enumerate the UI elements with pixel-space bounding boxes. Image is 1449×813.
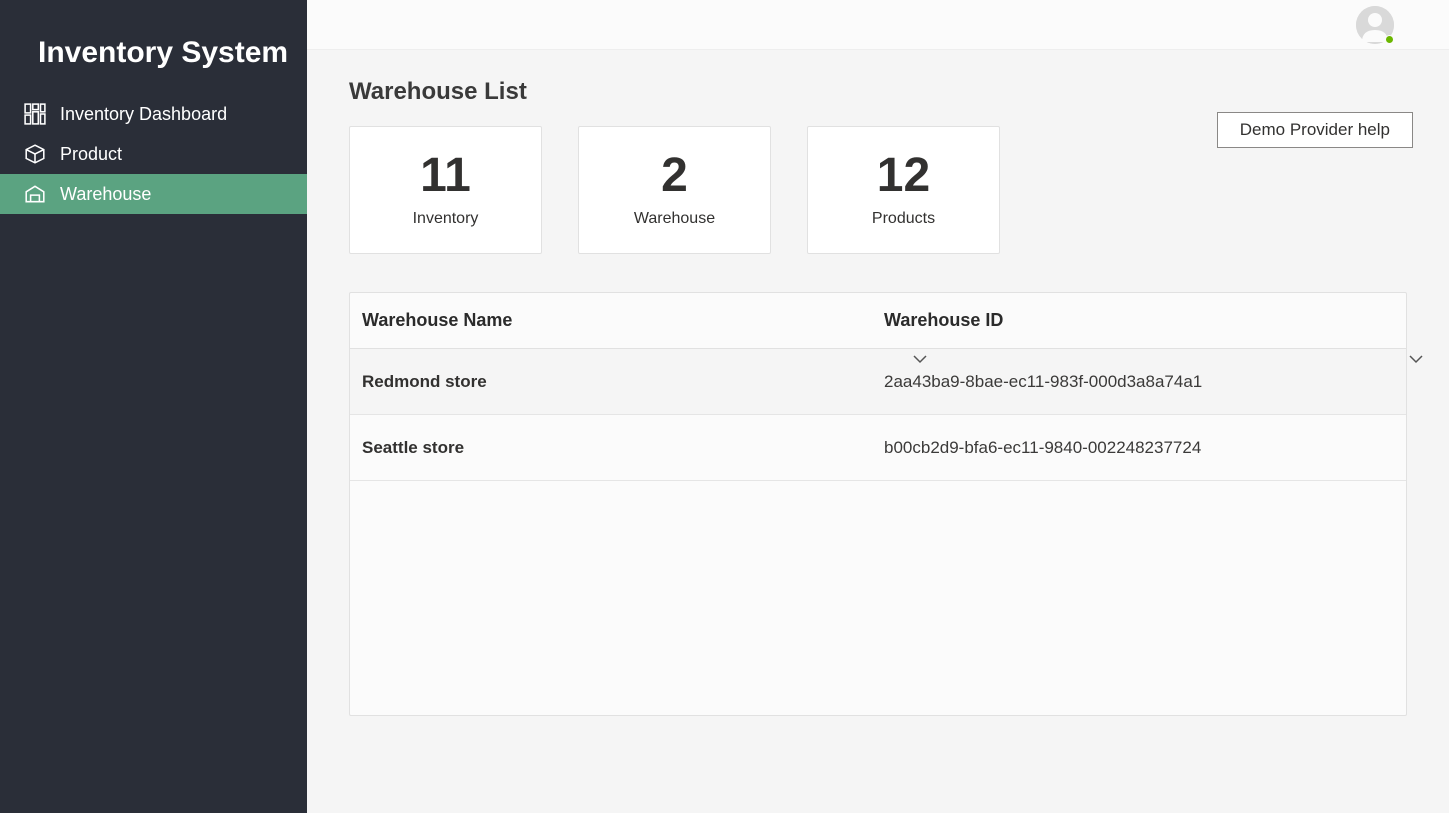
table-row[interactable]: Seattle store b00cb2d9-bfa6-ec11-9840-00… bbox=[350, 415, 1406, 481]
box-icon bbox=[24, 143, 46, 165]
sidebar-item-dashboard[interactable]: Inventory Dashboard bbox=[0, 94, 307, 134]
presence-indicator bbox=[1385, 35, 1394, 44]
card-products: 12 Products bbox=[807, 126, 1000, 254]
card-value: 11 bbox=[420, 152, 471, 200]
card-value: 2 bbox=[661, 152, 688, 200]
avatar[interactable] bbox=[1356, 6, 1394, 44]
cell-warehouse-name: Seattle store bbox=[350, 438, 884, 458]
app-title: Inventory System bbox=[0, 0, 307, 94]
card-label: Products bbox=[872, 210, 935, 228]
table-row[interactable]: Redmond store 2aa43ba9-8bae-ec11-983f-00… bbox=[350, 349, 1406, 415]
column-header-id[interactable]: Warehouse ID bbox=[884, 310, 1406, 331]
page-title: Warehouse List bbox=[349, 78, 1407, 106]
sidebar-item-label: Warehouse bbox=[60, 184, 151, 205]
cell-warehouse-name: Redmond store bbox=[350, 372, 884, 392]
cell-warehouse-id: 2aa43ba9-8bae-ec11-983f-000d3a8a74a1 bbox=[884, 372, 1406, 392]
card-inventory: 11 Inventory bbox=[349, 126, 542, 254]
content: Warehouse List Demo Provider help 11 Inv… bbox=[307, 50, 1449, 813]
card-label: Inventory bbox=[413, 210, 479, 228]
card-warehouse: 2 Warehouse bbox=[578, 126, 771, 254]
card-label: Warehouse bbox=[634, 210, 715, 228]
help-button[interactable]: Demo Provider help bbox=[1217, 112, 1413, 148]
dashboard-icon bbox=[24, 103, 46, 125]
sidebar-item-warehouse[interactable]: Warehouse bbox=[0, 174, 307, 214]
sidebar-nav: Inventory Dashboard Product Warehouse bbox=[0, 94, 307, 214]
sidebar-item-label: Product bbox=[60, 144, 122, 165]
warehouse-icon bbox=[24, 183, 46, 205]
cell-warehouse-id: b00cb2d9-bfa6-ec11-9840-002248237724 bbox=[884, 438, 1406, 458]
chevron-down-icon[interactable] bbox=[912, 351, 928, 369]
sidebar-item-label: Inventory Dashboard bbox=[60, 104, 227, 125]
chevron-down-icon[interactable] bbox=[1408, 351, 1424, 369]
card-value: 12 bbox=[877, 152, 930, 200]
topbar bbox=[307, 0, 1449, 50]
sidebar-item-product[interactable]: Product bbox=[0, 134, 307, 174]
sidebar: Inventory System Inventory Dashboard bbox=[0, 0, 307, 813]
table-header: Warehouse Name Warehouse ID bbox=[350, 293, 1406, 349]
column-header-name[interactable]: Warehouse Name bbox=[350, 310, 884, 331]
warehouse-table: Warehouse Name Warehouse ID Redmond stor… bbox=[349, 292, 1407, 716]
main: Warehouse List Demo Provider help 11 Inv… bbox=[307, 0, 1449, 813]
